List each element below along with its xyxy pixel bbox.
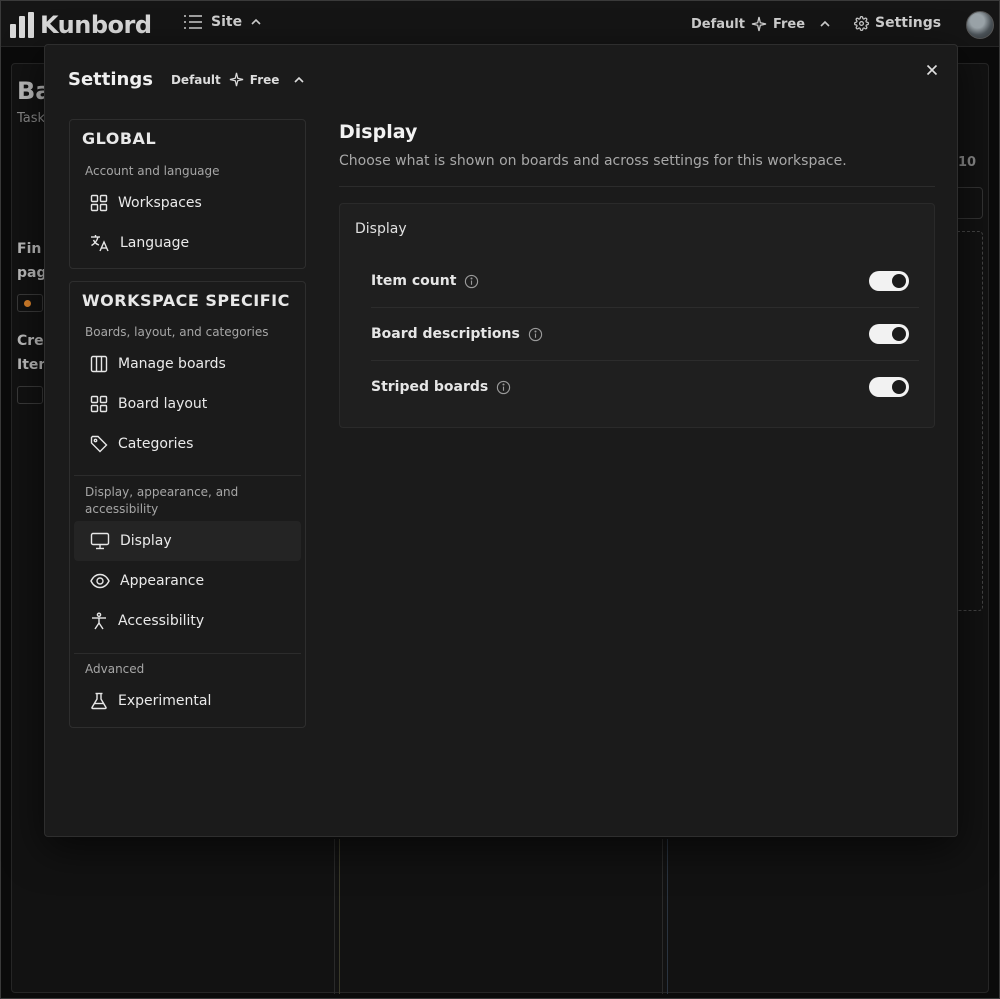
brand-logo[interactable]: Kunbord [10, 11, 152, 39]
site-menu-button[interactable]: Site [183, 14, 262, 30]
column-divider [339, 839, 340, 994]
display-settings-card: Display Item count Board descriptions St… [339, 203, 935, 428]
nav-divider [74, 653, 301, 654]
setting-label: Item count [371, 273, 457, 289]
card-title: Display [355, 221, 407, 237]
nav-item-label: Appearance [120, 573, 205, 589]
status-badge-partial [17, 294, 43, 312]
section-description: Choose what is shown on boards and acros… [339, 153, 847, 169]
nav-caption: Account and language [85, 164, 220, 178]
plan-workspace-name: Default [691, 16, 745, 32]
gear-icon [854, 15, 869, 31]
nav-item-label: Board layout [118, 396, 208, 412]
nav-item-language[interactable]: Language [74, 223, 301, 263]
nav-item-appearance[interactable]: Appearance [74, 561, 301, 601]
flask-icon [91, 692, 107, 710]
nav-item-label: Display [120, 533, 172, 549]
column-divider [334, 839, 335, 994]
column-divider [662, 839, 663, 994]
sparkle-icon [229, 72, 243, 87]
nav-item-categories[interactable]: Categories [74, 424, 301, 464]
board-descriptions-toggle[interactable] [869, 324, 909, 344]
count-badge: 10 [958, 155, 977, 170]
settings-modal: Settings Default Free GLOBAL Account and… [44, 44, 958, 837]
grid-icon [90, 194, 108, 212]
close-icon [926, 64, 938, 76]
nav-item-workspaces[interactable]: Workspaces [74, 183, 301, 223]
setting-label: Board descriptions [371, 326, 520, 342]
avatar[interactable] [966, 11, 994, 39]
setting-row-board-descriptions: Board descriptions [371, 308, 919, 360]
top-bar: Kunbord Site Default Free Settings [1, 1, 999, 47]
setting-label: Striped boards [371, 379, 489, 395]
chevron-up-icon [820, 20, 830, 27]
nav-caption: Display, appearance, and accessibility [85, 485, 239, 516]
drop-zone-partial [957, 231, 983, 611]
nav-item-manage-boards[interactable]: Manage boards [74, 344, 301, 384]
board-subtitle-partial: Task [17, 111, 46, 126]
card-tag-partial [17, 386, 43, 404]
nav-item-label: Accessibility [118, 613, 205, 629]
info-icon[interactable] [496, 380, 511, 395]
nav-item-display[interactable]: Display [74, 521, 301, 561]
monitor-icon [90, 532, 110, 550]
nav-divider [74, 475, 301, 476]
nav-caption: Boards, layout, and categories [85, 325, 269, 339]
nav-item-accessibility[interactable]: Accessibility [74, 601, 301, 641]
sparkle-icon [751, 16, 767, 32]
chevron-up-icon [294, 76, 304, 83]
card-text-partial: pag [17, 265, 47, 281]
columns-icon [90, 355, 108, 373]
plan-tier-label: Free [249, 72, 280, 87]
modal-title: Settings [68, 69, 153, 90]
nav-item-label: Categories [118, 436, 194, 452]
nav-heading-global: GLOBAL [82, 129, 157, 148]
striped-boards-toggle[interactable] [869, 377, 909, 397]
nav-item-label: Language [120, 235, 190, 251]
plan-switcher[interactable]: Default Free [171, 72, 305, 87]
settings-button[interactable]: Settings [854, 15, 941, 31]
status-dot [24, 300, 31, 307]
nav-item-label: Experimental [118, 693, 212, 709]
chevron-up-icon [251, 18, 261, 25]
nav-group-global: GLOBAL Account and language Workspaces L… [69, 119, 306, 269]
nav-group-workspace: WORKSPACE SPECIFIC Boards, layout, and c… [69, 281, 306, 728]
person-icon [92, 612, 106, 630]
setting-row-striped-boards: Striped boards [371, 361, 919, 413]
translate-icon [91, 235, 109, 252]
section-divider [339, 186, 935, 187]
card-text-partial: Fin [17, 241, 42, 257]
info-icon[interactable] [528, 327, 543, 342]
setting-row-item-count: Item count [371, 255, 919, 307]
column-divider [667, 839, 668, 994]
plan-tier-label: Free [772, 16, 806, 32]
info-icon[interactable] [464, 274, 479, 289]
nav-item-label: Manage boards [118, 356, 226, 372]
brand-name: Kunbord [40, 11, 152, 39]
plan-switcher-top[interactable]: Default Free [691, 16, 831, 32]
plan-workspace-name: Default [170, 72, 221, 87]
close-button[interactable] [921, 59, 943, 81]
eye-icon [90, 573, 110, 589]
section-title: Display [339, 121, 418, 143]
site-menu-label: Site [211, 14, 243, 30]
item-count-toggle[interactable] [869, 271, 909, 291]
modal-header: Settings Default Free [68, 69, 305, 90]
settings-content: Display Choose what is shown on boards a… [339, 121, 935, 428]
grid-icon [90, 395, 108, 413]
card-text-partial: Cre [17, 333, 44, 349]
nav-item-experimental[interactable]: Experimental [74, 681, 301, 721]
nav-item-label: Workspaces [118, 195, 202, 211]
settings-label: Settings [875, 15, 942, 31]
list-icon [184, 15, 202, 29]
nav-heading-workspace: WORKSPACE SPECIFIC [82, 291, 290, 310]
tag-icon [90, 435, 108, 453]
nav-caption: Advanced [85, 662, 145, 676]
nav-item-board-layout[interactable]: Board layout [74, 384, 301, 424]
kunbord-logo-icon [10, 12, 34, 38]
